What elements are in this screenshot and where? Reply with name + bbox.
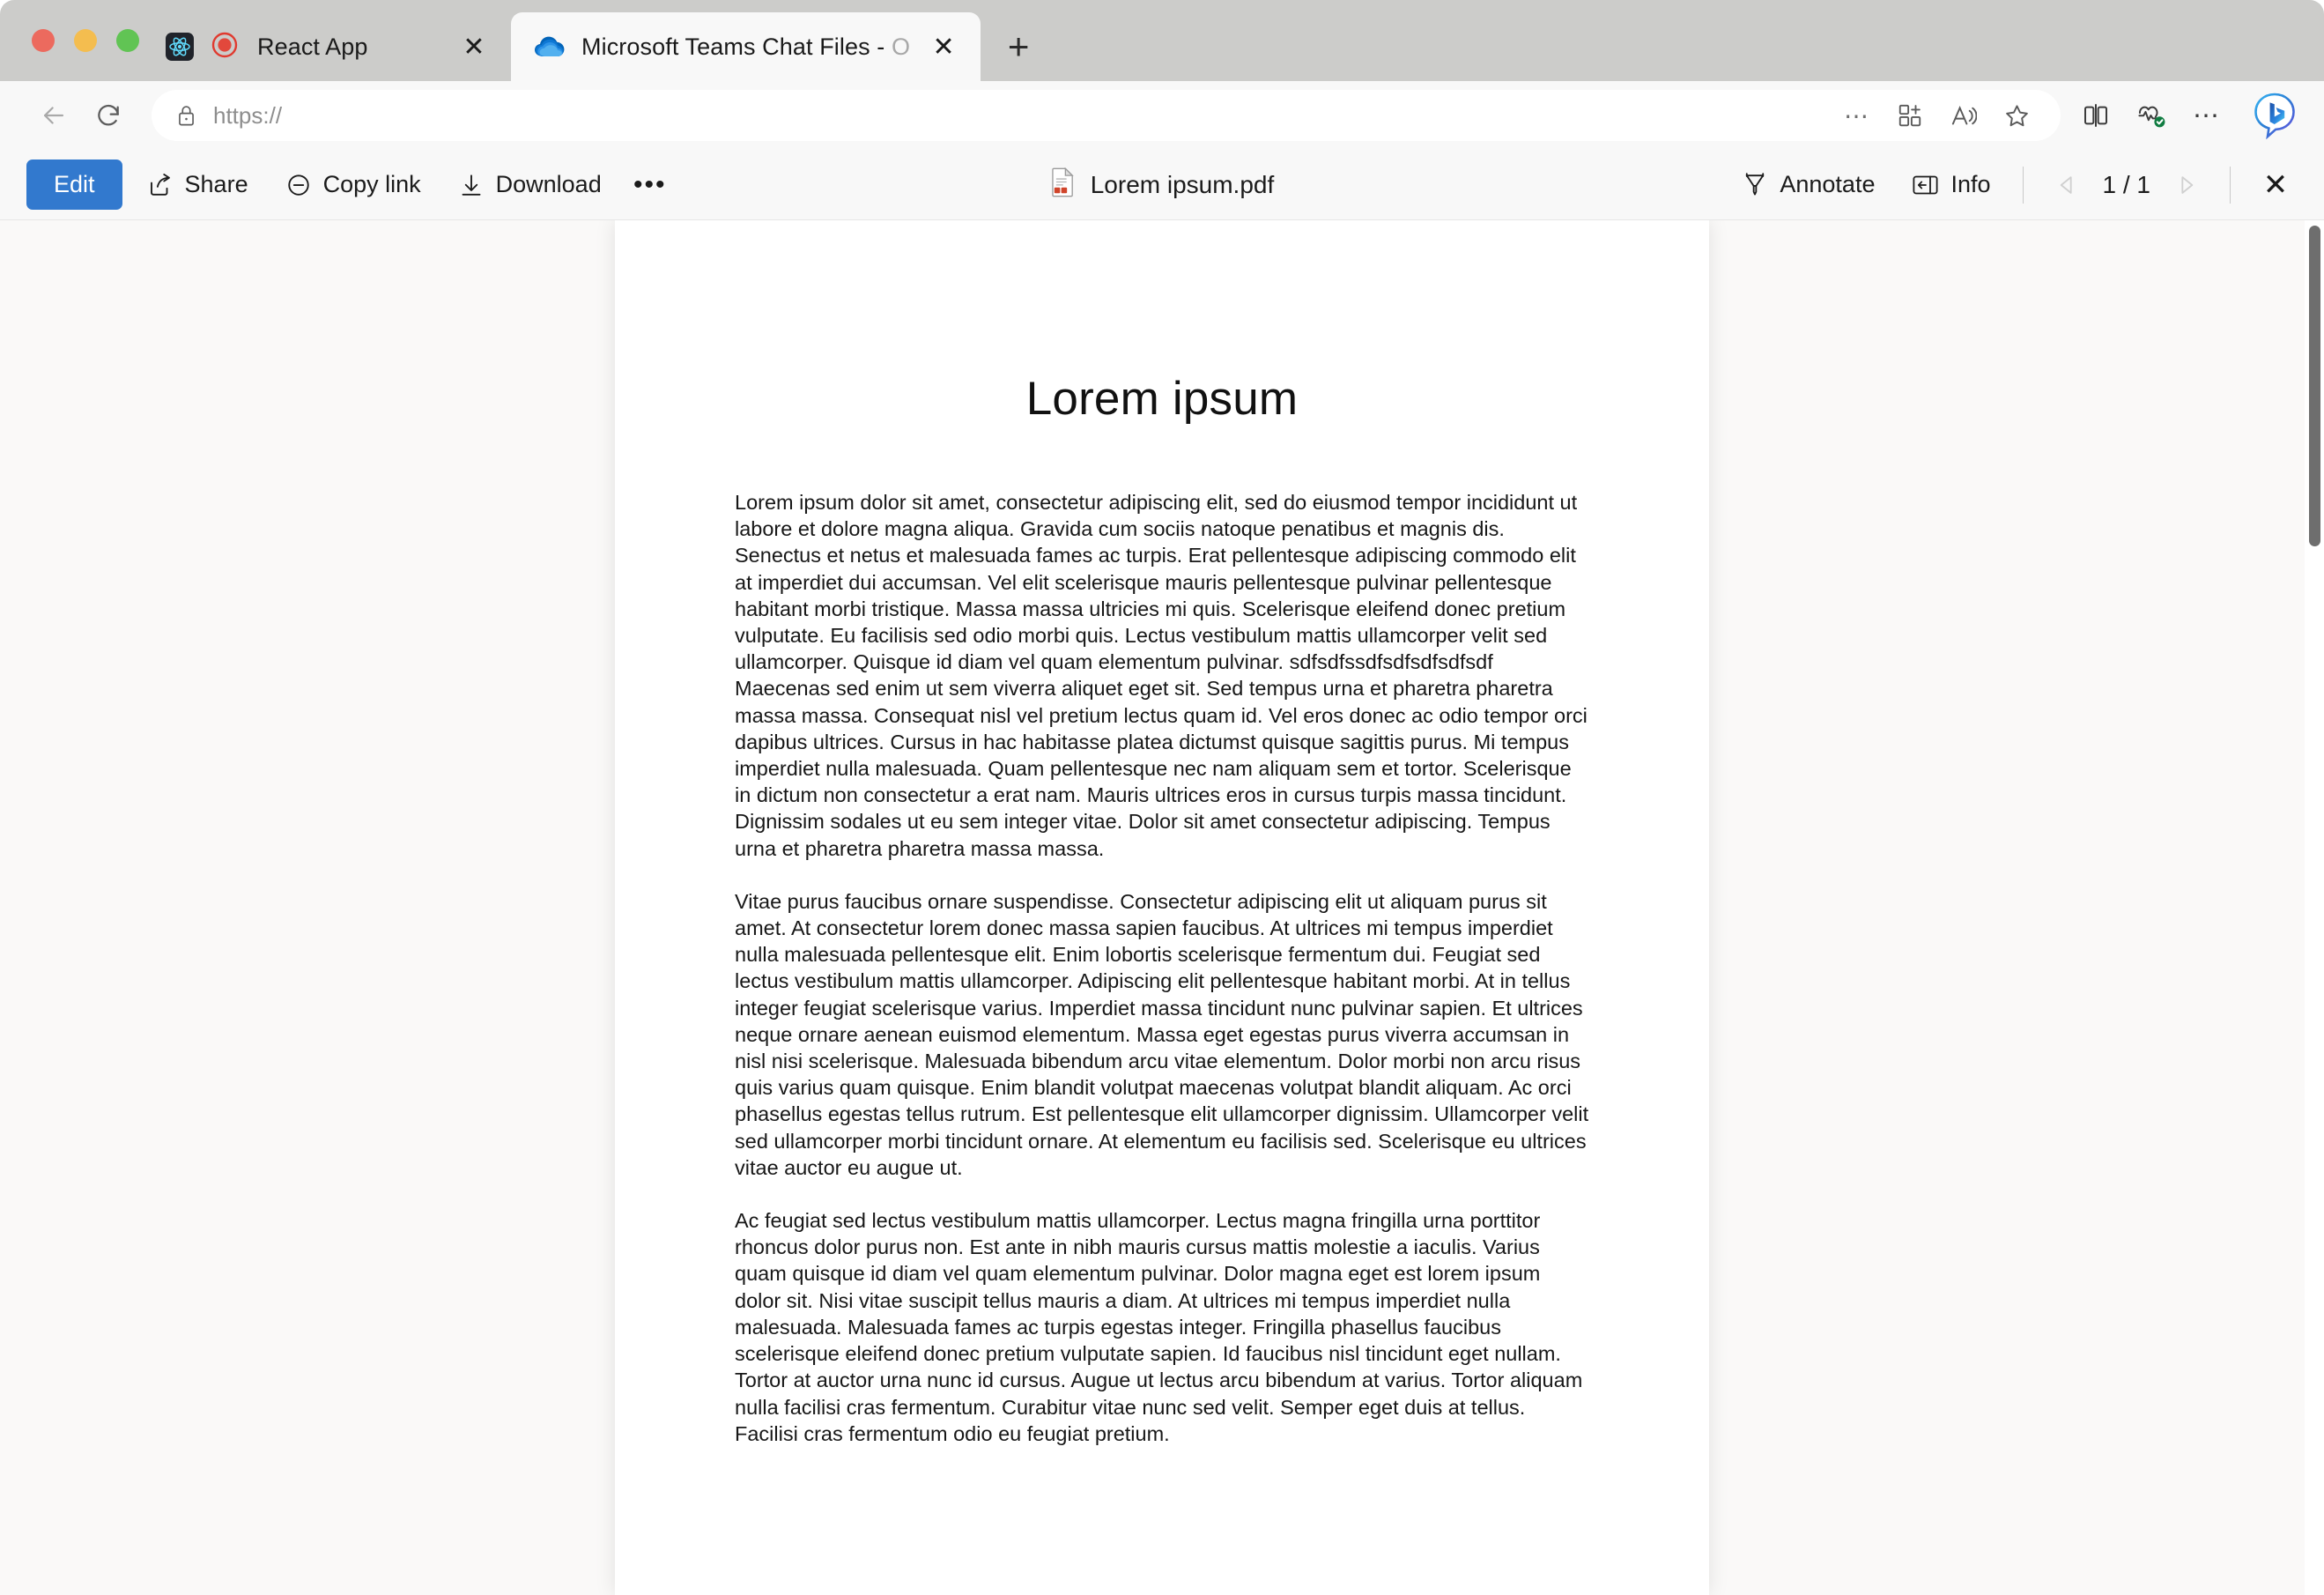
annotate-label: Annotate <box>1780 171 1876 197</box>
onedrive-cloud-icon <box>534 31 566 63</box>
copilot-bing-icon[interactable] <box>2248 89 2301 142</box>
share-icon <box>147 172 174 198</box>
viewer-scrollbar[interactable] <box>2305 220 2324 1595</box>
share-button[interactable]: Share <box>135 160 261 210</box>
page-indicator: 1 / 1 <box>2102 170 2150 198</box>
read-aloud-icon[interactable] <box>1950 102 1977 130</box>
document-title: Lorem ipsum <box>1025 373 1299 425</box>
tab-close-button[interactable]: ✕ <box>926 29 961 64</box>
next-page-button[interactable] <box>2163 161 2210 209</box>
file-name: Lorem ipsum.pdf <box>1090 170 1275 198</box>
tab-title-text: Microsoft Teams Chat Files - <box>581 33 892 60</box>
document-paragraph: Maecenas sed enim ut sem viverra aliquet… <box>735 677 1588 860</box>
tab-react-app[interactable]: React App ✕ <box>141 12 511 81</box>
annotate-button[interactable]: Annotate <box>1729 160 1887 210</box>
document-paragraph: Vitae purus faucibus ornare suspendisse.… <box>735 889 1589 1179</box>
previous-page-button[interactable] <box>2043 161 2091 209</box>
react-logo-icon <box>164 31 196 63</box>
download-icon <box>458 172 485 198</box>
favorites-star-icon[interactable] <box>2003 102 2031 130</box>
info-panel-icon <box>1912 173 1939 197</box>
recording-indicator-icon <box>211 32 241 62</box>
browser-essentials-icon[interactable] <box>2136 100 2166 130</box>
new-tab-button[interactable]: + <box>993 21 1044 72</box>
reload-button[interactable] <box>81 88 136 143</box>
pdf-page: Lorem ipsum Lorem ipsum dolor sit amet, … <box>615 220 1709 1595</box>
info-label: Info <box>1950 171 1991 197</box>
link-icon <box>285 172 312 198</box>
window-traffic-lights <box>32 29 139 52</box>
minimize-window-button[interactable] <box>74 29 97 52</box>
annotate-pen-icon <box>1742 171 1768 199</box>
back-button[interactable] <box>26 88 81 143</box>
close-pdf-button[interactable]: ✕ <box>2250 160 2301 211</box>
lock-icon <box>176 104 197 127</box>
file-title-group: Lorem ipsum.pdf <box>1050 167 1275 202</box>
scrollbar-thumb[interactable] <box>2309 226 2320 546</box>
browser-toolbar: https:// ⋯ ⋯ <box>0 81 2324 150</box>
tab-microsoft-teams-chat-files[interactable]: Microsoft Teams Chat Files - O ✕ <box>511 12 981 81</box>
document-paragraph: Ac feugiat sed lectus vestibulum mattis … <box>735 1209 1583 1445</box>
maximize-window-button[interactable] <box>116 29 139 52</box>
pdf-toolbar-right-group: Annotate Info 1 / 1 ✕ <box>1717 160 2301 211</box>
pdf-viewer: Lorem ipsum Lorem ipsum dolor sit amet, … <box>0 220 2324 1595</box>
close-window-button[interactable] <box>32 29 55 52</box>
more-omnibox-icon[interactable]: ⋯ <box>1844 101 1870 130</box>
settings-more-icon[interactable]: ⋯ <box>2193 100 2222 131</box>
toolbar-divider <box>2230 166 2231 204</box>
download-label: Download <box>495 171 602 197</box>
address-input[interactable]: https:// <box>213 102 1828 130</box>
tab-title-truncated: O <box>892 33 911 60</box>
download-button[interactable]: Download <box>446 160 614 210</box>
tab-title: React App <box>257 33 368 60</box>
info-button[interactable]: Info <box>1899 160 2002 210</box>
pdf-file-icon <box>1050 167 1077 202</box>
collections-add-icon[interactable] <box>1897 102 1923 129</box>
copy-link-button[interactable]: Copy link <box>273 160 433 210</box>
share-label: Share <box>184 171 248 197</box>
toolbar-divider <box>2022 166 2024 204</box>
edit-button[interactable]: Edit <box>26 160 122 210</box>
pdf-command-bar: Edit Share Copy link Download ••• Lorem … <box>0 150 2324 220</box>
browser-window: React App ✕ Microsoft Teams Chat Files -… <box>0 0 2324 1595</box>
omnibox-action-icons: ⋯ <box>1844 101 2041 130</box>
more-commands-button[interactable]: ••• <box>625 160 676 210</box>
tab-title: Microsoft Teams Chat Files - O <box>581 33 910 61</box>
tab-strip: React App ✕ Microsoft Teams Chat Files -… <box>0 0 2324 81</box>
browser-toolbar-right-icons: ⋯ <box>2075 89 2301 142</box>
tab-close-button[interactable]: ✕ <box>456 29 492 64</box>
copy-link-label: Copy link <box>322 171 421 197</box>
address-bar[interactable]: https:// ⋯ <box>152 90 2061 141</box>
split-screen-icon[interactable] <box>2082 101 2110 130</box>
document-paragraph: Lorem ipsum dolor sit amet, consectetur … <box>735 491 1578 674</box>
